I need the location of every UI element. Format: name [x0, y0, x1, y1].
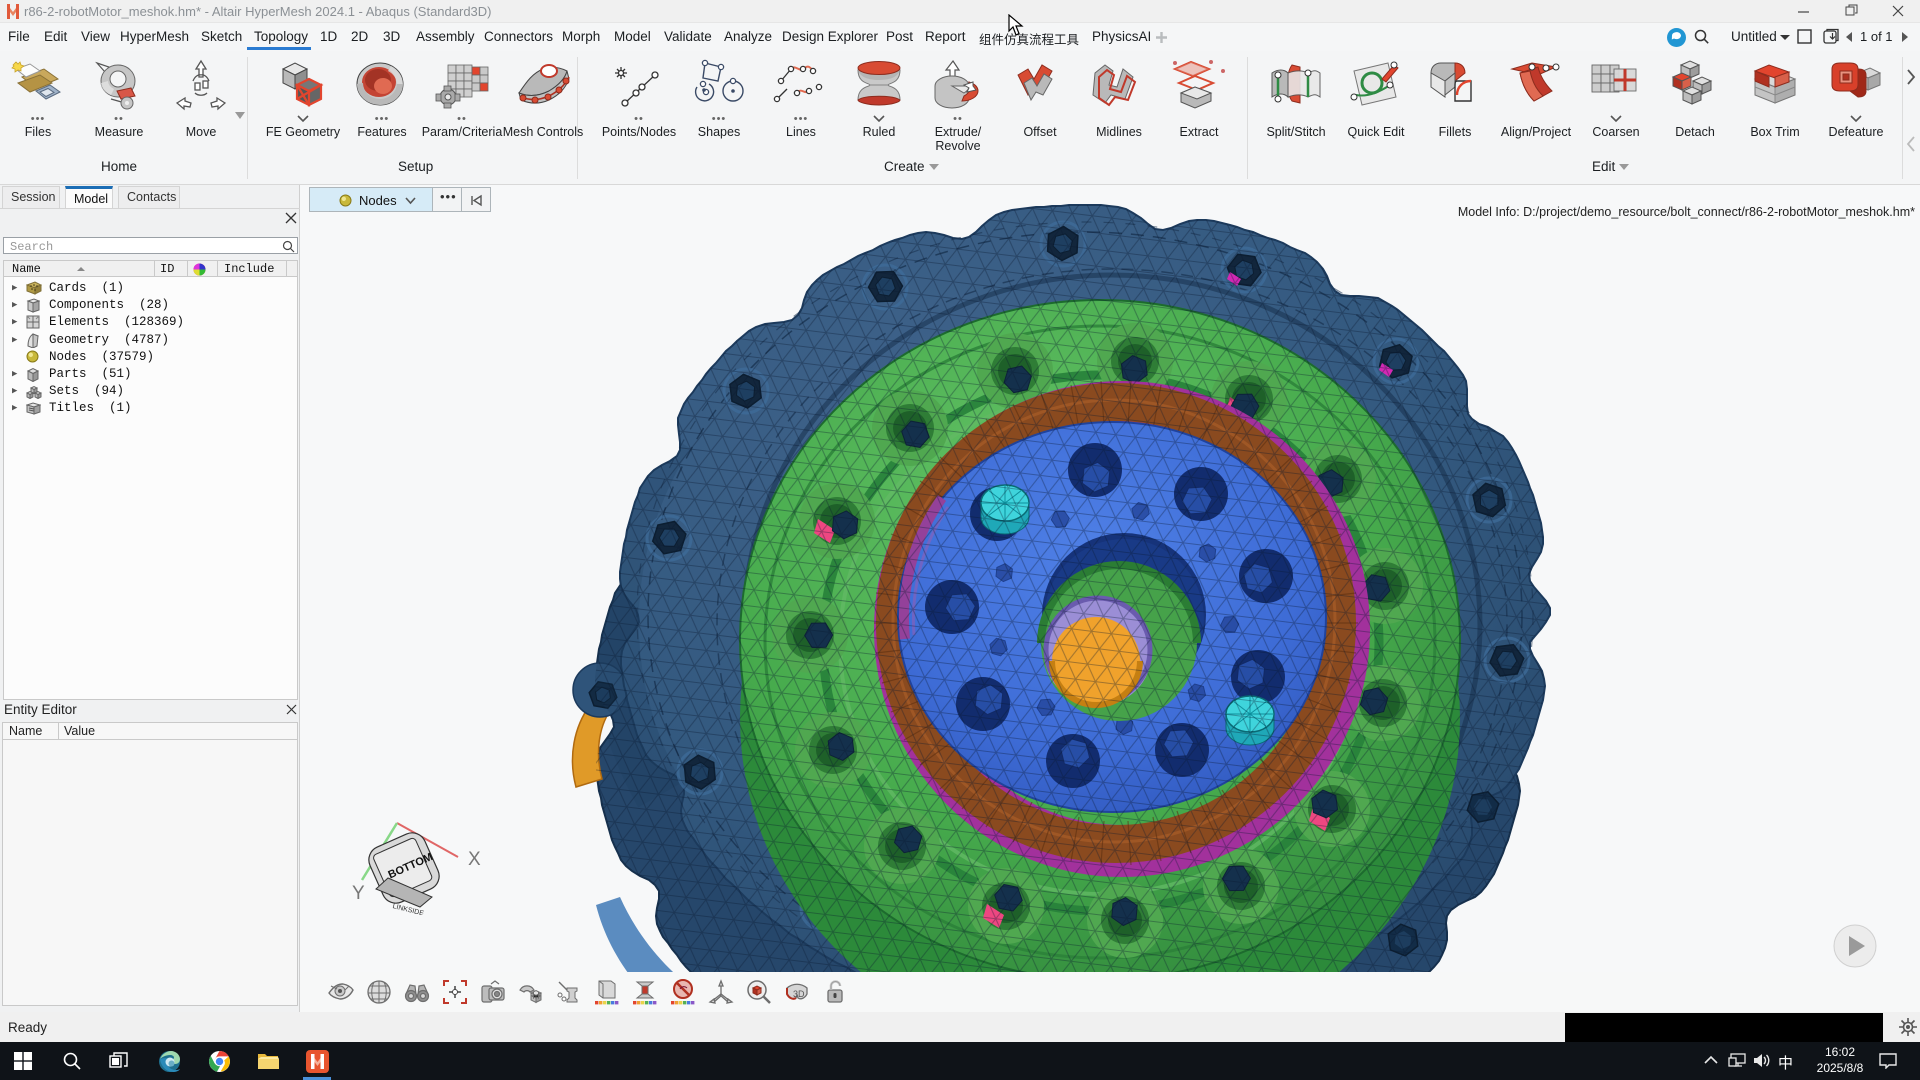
- svg-text:3D: 3D: [793, 989, 805, 999]
- svg-text:X: X: [468, 849, 481, 870]
- svg-text:Y: Y: [352, 883, 365, 904]
